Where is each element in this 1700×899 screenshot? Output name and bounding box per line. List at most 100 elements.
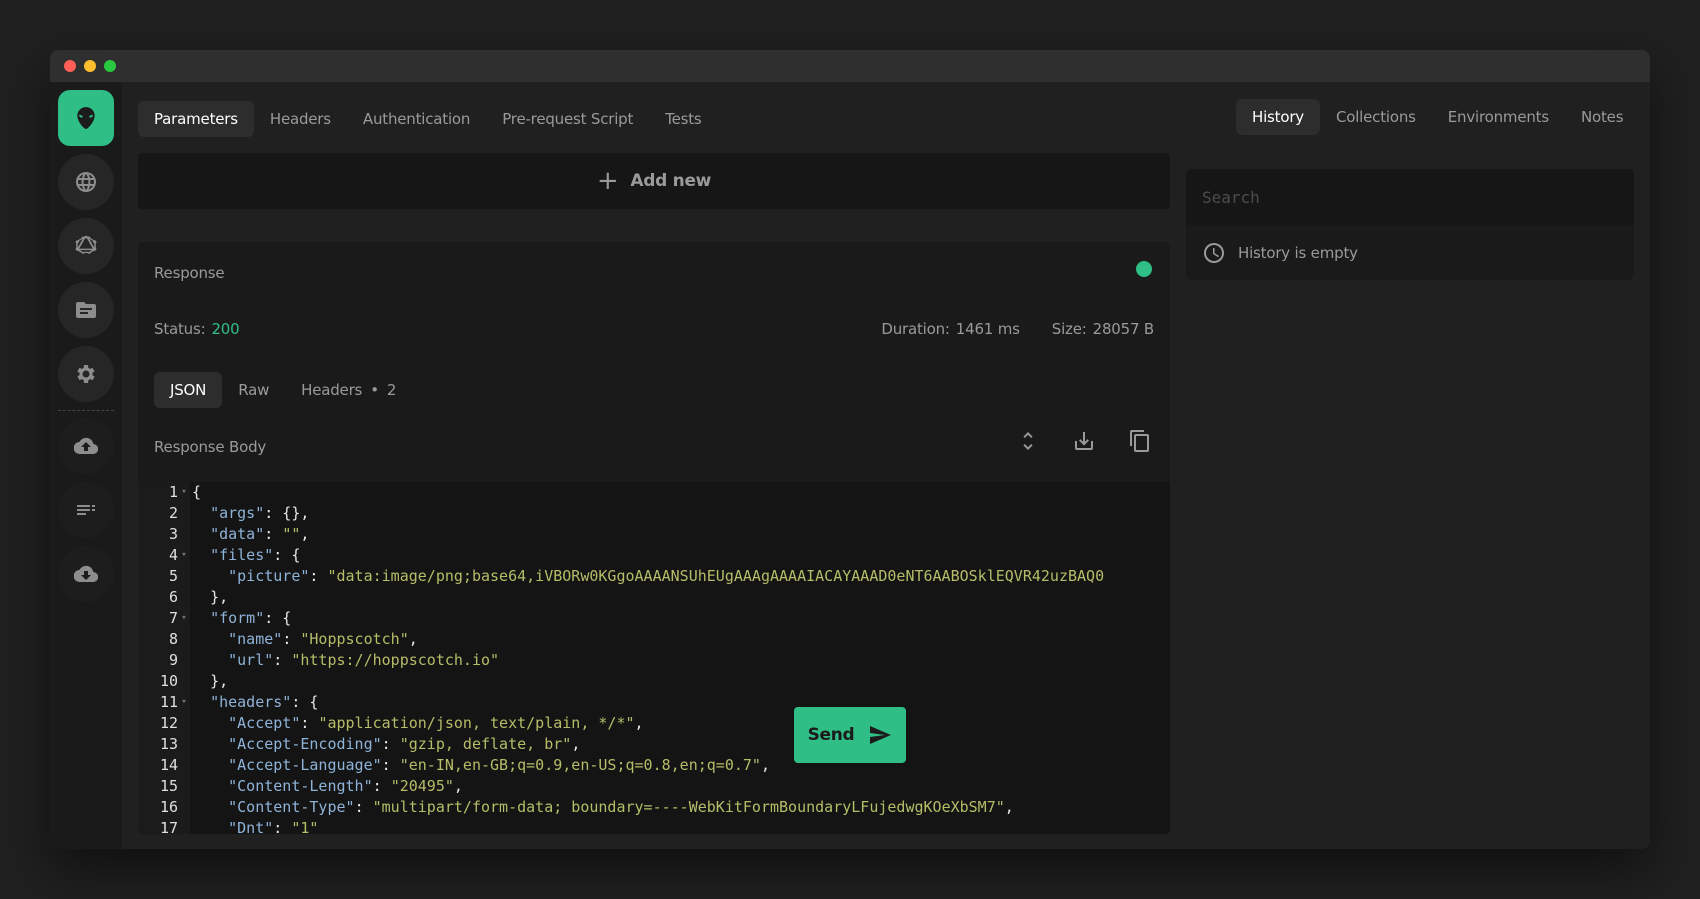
json-string: "application/json, text/plain, */*" — [318, 714, 635, 732]
sidebar-right-tabs: History Collections Environments Notes — [1236, 99, 1639, 135]
alien-icon — [77, 107, 95, 129]
response-tabs: JSON Raw Headers • 2 — [154, 372, 412, 408]
json-key: "args" — [210, 504, 265, 522]
globe-icon — [76, 172, 96, 192]
json-key: "Content-Length" — [228, 777, 373, 795]
code-token: , — [408, 630, 418, 648]
download-response-button[interactable] — [1070, 427, 1098, 455]
code-line: 5 "picture": "data:image/png;base64,iVBO… — [138, 566, 1170, 587]
tab-tests[interactable]: Tests — [649, 101, 717, 137]
copy-response-button[interactable] — [1126, 427, 1154, 455]
tab-pre-request-script[interactable]: Pre-request Script — [486, 101, 649, 137]
code-line: 17 "Dnt": "1" — [138, 818, 1170, 834]
headers-count: 2 — [386, 381, 397, 399]
close-window-button[interactable] — [64, 60, 76, 72]
response-body-editor[interactable]: 1 ▾{ 2 "args": {}, 3 "data": "", 4 ▾ "file… — [138, 482, 1170, 834]
status-value: 200 — [211, 320, 240, 338]
tab-history[interactable]: History — [1236, 99, 1320, 135]
json-key: "Dnt" — [228, 819, 274, 834]
code-line: 7 ▾ "form": { — [138, 608, 1170, 629]
list-icon — [77, 505, 95, 515]
nav-collections-list-button[interactable] — [58, 482, 114, 538]
code-token: : { — [273, 546, 301, 564]
tab-raw[interactable]: Raw — [222, 372, 285, 408]
json-key: "headers" — [210, 693, 292, 711]
code-token: { — [192, 483, 202, 501]
separator-dot: • — [370, 381, 379, 399]
code-token: : — [372, 777, 391, 795]
code-token: : — [273, 819, 292, 834]
tab-json[interactable]: JSON — [154, 372, 223, 408]
tab-collections[interactable]: Collections — [1320, 99, 1432, 135]
json-string: "en-IN,en-GB;q=0.9,en-US;q=0.8,en;q=0.7" — [399, 756, 761, 774]
logo-button[interactable] — [58, 90, 114, 146]
tab-notes[interactable]: Notes — [1565, 99, 1639, 135]
nav-documentation-button[interactable] — [58, 282, 114, 338]
line-number: 11 — [159, 693, 178, 711]
fold-arrow-icon[interactable]: ▾ — [178, 692, 190, 713]
sidebar-divider — [58, 410, 114, 411]
sidebar — [50, 82, 122, 849]
minimize-window-button[interactable] — [84, 60, 96, 72]
code-token: : { — [264, 609, 292, 627]
code-token: : — [381, 756, 400, 774]
add-new-parameter-button[interactable]: + Add new — [138, 153, 1170, 209]
code-token: }, — [210, 588, 229, 606]
json-key: "files" — [210, 546, 274, 564]
tab-response-headers-label: Headers — [301, 381, 363, 399]
copy-icon — [1130, 430, 1149, 452]
tab-parameters[interactable]: Parameters — [138, 101, 254, 137]
tab-environments[interactable]: Environments — [1432, 99, 1565, 135]
json-key: "Accept" — [228, 714, 301, 732]
nav-export-button[interactable] — [58, 546, 114, 602]
line-number: 7 — [168, 609, 178, 627]
line-number: 5 — [168, 567, 178, 585]
response-metrics: Duration: 1461 ms Size: 28057 B — [881, 320, 1154, 338]
code-token: , — [634, 714, 644, 732]
code-line: 4 ▾ "files": { — [138, 545, 1170, 566]
nav-import-button[interactable] — [58, 418, 114, 474]
nav-settings-button[interactable] — [58, 346, 114, 402]
code-token: : — [282, 630, 301, 648]
code-token: : — [264, 525, 283, 543]
history-search-input[interactable] — [1202, 187, 1634, 207]
line-number: 1 — [168, 483, 178, 501]
send-button[interactable]: Send — [794, 707, 906, 763]
size-value: 28057 B — [1092, 320, 1155, 338]
nav-http-button[interactable] — [58, 154, 114, 210]
line-number: 16 — [159, 798, 178, 816]
json-string: "gzip, deflate, br" — [399, 735, 572, 753]
json-string: "1" — [291, 819, 319, 834]
fold-arrow-icon[interactable]: ▾ — [178, 545, 190, 566]
tab-response-headers[interactable]: Headers • 2 — [285, 372, 412, 408]
nav-graphql-button[interactable] — [58, 218, 114, 274]
code-token: : — [309, 567, 328, 585]
tab-headers[interactable]: Headers — [254, 101, 347, 137]
history-empty-state: History is empty — [1186, 225, 1634, 280]
zoom-window-button[interactable] — [104, 60, 116, 72]
size: Size: 28057 B — [1052, 320, 1154, 338]
fold-arrow-icon[interactable]: ▾ — [178, 482, 190, 503]
folder-doc-icon — [76, 302, 96, 318]
status-indicator-dot — [1136, 261, 1152, 277]
line-number: 2 — [168, 504, 178, 522]
tab-authentication[interactable]: Authentication — [347, 101, 486, 137]
expand-collapse-button[interactable] — [1014, 427, 1042, 455]
code-token: , — [760, 756, 770, 774]
code-line: 1 ▾{ — [138, 482, 1170, 503]
code-token: : — [381, 735, 400, 753]
response-body-title: Response Body — [154, 438, 267, 456]
unfold-icon — [1023, 432, 1033, 450]
json-key: "Content-Type" — [228, 798, 355, 816]
response-body-tools — [1014, 427, 1154, 455]
line-number: 15 — [159, 777, 178, 795]
json-string: "" — [282, 525, 301, 543]
send-label: Send — [807, 725, 855, 745]
fold-arrow-icon[interactable]: ▾ — [178, 608, 190, 629]
code-line: 15 "Content-Length": "20495", — [138, 776, 1170, 797]
duration-label: Duration: — [881, 320, 950, 338]
line-number: 12 — [159, 714, 178, 732]
response-status: Status: 200 — [154, 320, 240, 338]
code-line: 6 }, — [138, 587, 1170, 608]
code-token: , — [453, 777, 463, 795]
